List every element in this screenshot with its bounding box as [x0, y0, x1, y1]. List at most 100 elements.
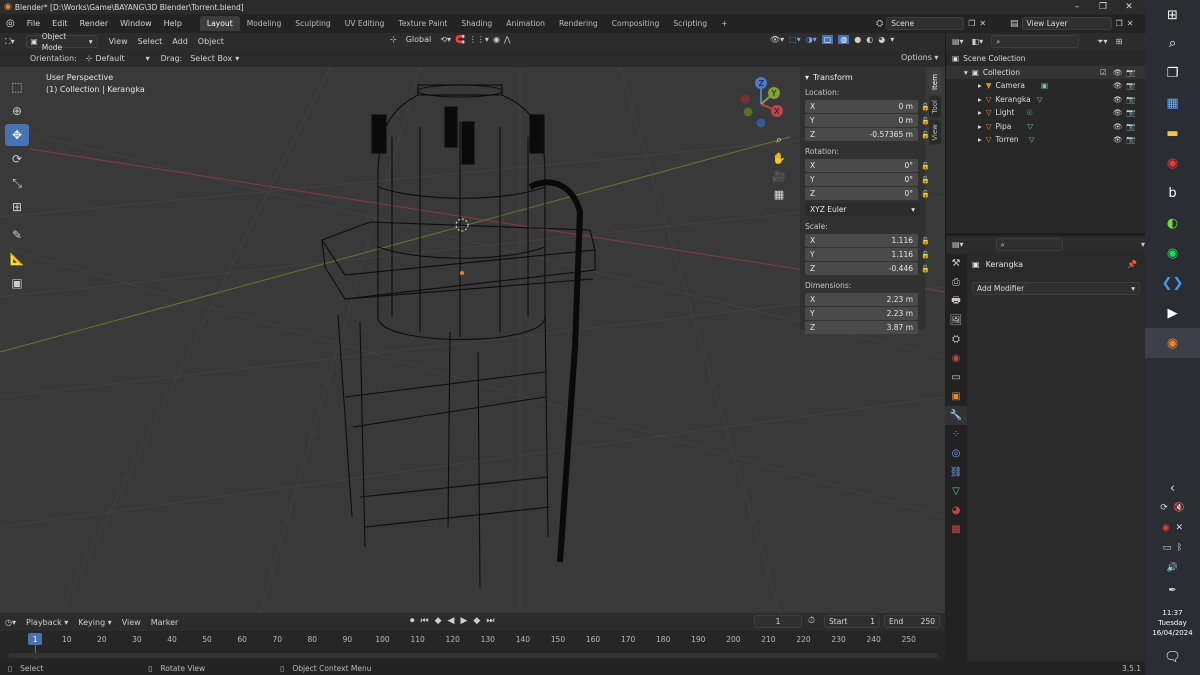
scale-tool-icon[interactable]: ⤡ [5, 172, 29, 194]
lock-icon[interactable]: 🔓 [921, 251, 930, 259]
expand-chevron-icon[interactable]: ▾ [964, 68, 968, 77]
jump-end-icon[interactable]: ⏭ [486, 616, 494, 626]
blender-menu-icon[interactable]: ◎ [0, 18, 21, 29]
mute-icon[interactable]: 🔇 [1174, 503, 1185, 513]
eye-icon[interactable]: 👁 [1113, 68, 1123, 77]
pan-hand-icon[interactable]: ✋ [769, 149, 789, 167]
location-z-field[interactable]: Z -0.57365 m [805, 128, 918, 141]
maximize-button[interactable]: ❐ [1090, 0, 1116, 14]
menu-render[interactable]: Render [74, 19, 114, 28]
tab-modeling[interactable]: Modeling [240, 16, 289, 31]
tab-item[interactable]: Item [929, 70, 941, 94]
minimize-button[interactable]: – [1064, 0, 1090, 14]
wireframe-shading-icon[interactable]: ◍ [838, 35, 850, 44]
menu-view[interactable]: View [104, 37, 133, 46]
particle-properties-icon[interactable]: ⁘ [945, 425, 967, 444]
modifier-properties-icon[interactable]: 🔧 [945, 406, 967, 425]
eye-icon[interactable]: 👁 [1113, 81, 1123, 90]
menu-file[interactable]: File [21, 19, 46, 28]
scale-x-field[interactable]: X 1.116 [805, 234, 918, 247]
outliner-item-light[interactable]: ▸ ▽ Light ☉ 👁 📷 [946, 106, 1145, 120]
file-explorer-icon[interactable]: ▬ [1145, 118, 1200, 148]
tab-rendering[interactable]: Rendering [552, 16, 605, 31]
close-button[interactable]: ✕ [1116, 0, 1142, 14]
menu-timeline-view[interactable]: View [117, 618, 146, 627]
tray-expand-icon[interactable]: ‹ [1145, 478, 1200, 498]
rotation-y-field[interactable]: Y 0° [805, 173, 918, 186]
timeline-area[interactable]: 1 10 20 30 40 50 60 70 80 90 100 110 120 130 140 150 160… [0, 631, 945, 661]
solid-shading-icon[interactable]: ● [854, 35, 861, 44]
scene-icon[interactable]: ⛭ [876, 19, 883, 29]
current-frame-field[interactable]: 1 [754, 615, 802, 628]
texture-properties-icon[interactable]: ▩ [945, 520, 967, 539]
play-icon[interactable]: ▶ [460, 616, 467, 626]
object-properties-icon[interactable]: ▣ [945, 387, 967, 406]
menu-playback[interactable]: Playback ▾ [21, 618, 73, 627]
expand-chevron-icon[interactable]: ▸ [978, 108, 982, 117]
windows-start-icon[interactable]: ⊞ [1145, 2, 1200, 28]
grid-toggle-icon[interactable]: ▦ [769, 185, 789, 203]
collection-properties-icon[interactable]: ▭ [945, 368, 967, 387]
output-properties-icon[interactable]: 🖶 [945, 292, 967, 311]
tab-animation[interactable]: Animation [499, 16, 552, 31]
tab-compositing[interactable]: Compositing [605, 16, 667, 31]
orientation-dropdown[interactable]: ⊹ Default ▾ [81, 54, 155, 63]
camera-render-icon[interactable]: 📷 [1126, 68, 1135, 77]
measure-tool-icon[interactable]: 📐 [5, 248, 29, 270]
camera-render-icon[interactable]: 📷 [1126, 108, 1135, 117]
tab-sculpting[interactable]: Sculpting [288, 16, 337, 31]
eye-icon[interactable]: 👁 [1113, 95, 1123, 104]
shading-options-icon[interactable]: ▾ [890, 35, 894, 44]
navigation-gizmo[interactable]: Z X Y [733, 72, 793, 132]
material-properties-icon[interactable]: ◕ [945, 501, 967, 520]
battery-icon[interactable]: ▭ [1163, 543, 1172, 553]
pen-icon[interactable]: ✒ [1145, 578, 1200, 602]
tab-shading[interactable]: Shading [454, 16, 499, 31]
timeline-editor-icon[interactable]: ◷▾ [0, 618, 21, 627]
record-icon[interactable]: ⏺ [410, 616, 415, 626]
transform-tool-icon[interactable]: ⊞ [5, 196, 29, 218]
object-name-label[interactable]: Kerangka [986, 260, 1024, 269]
eye-icon[interactable]: 👁 [1113, 108, 1123, 117]
next-keyframe-icon[interactable]: ◆ [473, 616, 480, 626]
falloff-icon[interactable]: ⋀ [504, 35, 511, 44]
xray-icon[interactable]: ▢ [821, 35, 834, 44]
location-y-field[interactable]: Y 0 m [805, 114, 918, 127]
camera-render-icon[interactable]: 📷 [1126, 122, 1135, 131]
lock-icon[interactable]: 🔓 [921, 176, 930, 184]
task-view-icon[interactable]: ❐ [1145, 58, 1200, 88]
display-mode-icon[interactable]: ◧▾ [972, 37, 984, 46]
scene-properties-icon[interactable]: ⛭ [945, 330, 967, 349]
stopwatch-icon[interactable]: ⏱ [808, 616, 815, 626]
wifi-off-icon[interactable]: ✕ [1176, 523, 1184, 533]
editor-type-icon[interactable]: ⛶▾ [0, 37, 20, 47]
options-dropdown[interactable]: Options ▾ [896, 53, 943, 62]
drag-dropdown[interactable]: Select Box ▾ [185, 54, 244, 63]
sync-icon[interactable]: ⟳ [1160, 503, 1168, 513]
outliner-item-kerangka[interactable]: ▸ ▽ Kerangka ▽ 👁 📷 [946, 93, 1145, 107]
menu-keying[interactable]: Keying ▾ [73, 618, 116, 627]
view-layer-properties-icon[interactable]: 🖼 [945, 311, 967, 330]
outliner-collection[interactable]: ▾ ▣ Collection ☑ 👁 📷 [946, 65, 1145, 79]
overlay-icon[interactable]: ◑▾ [806, 35, 817, 44]
scale-z-field[interactable]: Z -0.446 [805, 262, 918, 275]
expand-chevron-icon[interactable]: ▸ [978, 135, 982, 144]
view-layer-field[interactable]: View Layer [1021, 17, 1112, 30]
start-frame-field[interactable]: Start 1 [824, 615, 880, 628]
eye-icon[interactable]: 👁 [1113, 135, 1123, 144]
properties-search-input[interactable]: ⌕ [995, 238, 1063, 251]
cursor-tool-icon[interactable]: ⊕ [5, 100, 29, 122]
location-x-field[interactable]: X 0 m [805, 100, 918, 113]
rotate-tool-icon[interactable]: ⟳ [5, 148, 29, 170]
visibility-icon[interactable]: 👁▾ [770, 35, 784, 44]
vivaldi-icon[interactable]: ◉ [1145, 148, 1200, 178]
tab-view[interactable]: View [929, 119, 941, 145]
dimensions-x-field[interactable]: X 2.23 m [805, 293, 918, 306]
filter-icon[interactable]: ⏷▾ [1097, 37, 1107, 47]
delete-scene-icon[interactable]: ✕ [979, 19, 986, 28]
physics-properties-icon[interactable]: ◎ [945, 444, 967, 463]
outliner-item-pipa[interactable]: ▸ ▽ Pipa ▽ 👁 📷 [946, 120, 1145, 134]
scene-name-field[interactable]: Scene [886, 17, 965, 30]
lock-icon[interactable]: 🔓 [921, 265, 930, 273]
menu-marker[interactable]: Marker [146, 618, 184, 627]
